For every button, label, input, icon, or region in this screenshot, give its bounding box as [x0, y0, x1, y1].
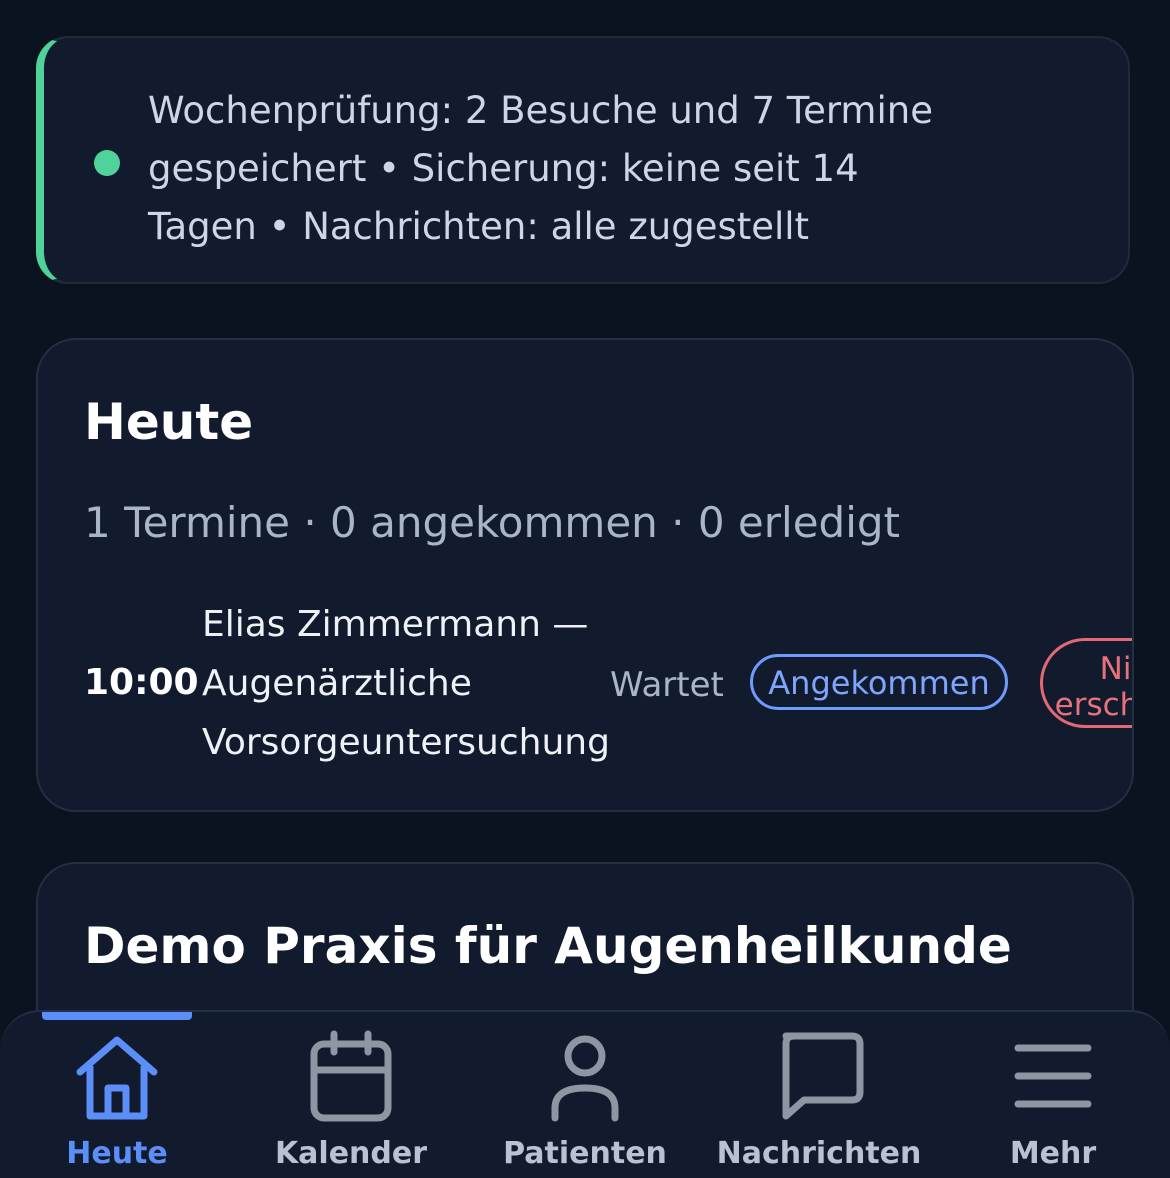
appointment-time: 10:00: [84, 662, 199, 703]
bottom-navigation: Heute Kalender Patienten Nachrichten Meh…: [0, 1010, 1170, 1178]
active-tab-indicator: [42, 1012, 192, 1020]
practice-title: Demo Praxis für Augenheilkunde: [84, 917, 1012, 975]
calendar-icon: [310, 1030, 392, 1122]
nav-item-mehr[interactable]: Mehr: [936, 1030, 1170, 1171]
no-show-button[interactable]: Nicht erschienen: [1040, 638, 1132, 728]
today-summary: 1 Termine · 0 angekommen · 0 erledigt: [84, 498, 900, 547]
nav-label-heute: Heute: [66, 1136, 168, 1171]
nav-item-kalender[interactable]: Kalender: [234, 1030, 468, 1171]
nav-label-kalender: Kalender: [274, 1136, 428, 1171]
app-screen: Wochenprüfung: 2 Besuche und 7 Termine g…: [0, 0, 1170, 1178]
appointment-status: Wartet: [610, 665, 724, 705]
person-icon: [551, 1035, 619, 1122]
arrived-button[interactable]: Angekommen: [750, 654, 1008, 710]
home-icon: [76, 1036, 158, 1120]
status-dot-icon: [94, 150, 120, 176]
nav-item-patienten[interactable]: Patienten: [468, 1030, 702, 1171]
weekly-check-text: Wochenprüfung: 2 Besuche und 7 Termine g…: [148, 89, 933, 248]
chat-bubble-icon: [782, 1032, 864, 1120]
nav-label-mehr: Mehr: [1009, 1136, 1097, 1171]
today-card: Heute 1 Termine · 0 angekommen · 0 erled…: [36, 338, 1134, 812]
appointment-description[interactable]: Elias Zimmermann — Augenärztliche Vorsor…: [202, 595, 622, 772]
nav-item-heute[interactable]: Heute: [0, 1030, 234, 1171]
nav-label-patienten: Patienten: [503, 1136, 667, 1171]
nav-item-nachrichten[interactable]: Nachrichten: [702, 1030, 936, 1171]
weekly-check-banner: Wochenprüfung: 2 Besuche und 7 Termine g…: [36, 36, 1130, 284]
today-title: Heute: [84, 393, 254, 451]
menu-icon: [1014, 1044, 1092, 1108]
nav-label-nachrichten: Nachrichten: [716, 1136, 922, 1171]
